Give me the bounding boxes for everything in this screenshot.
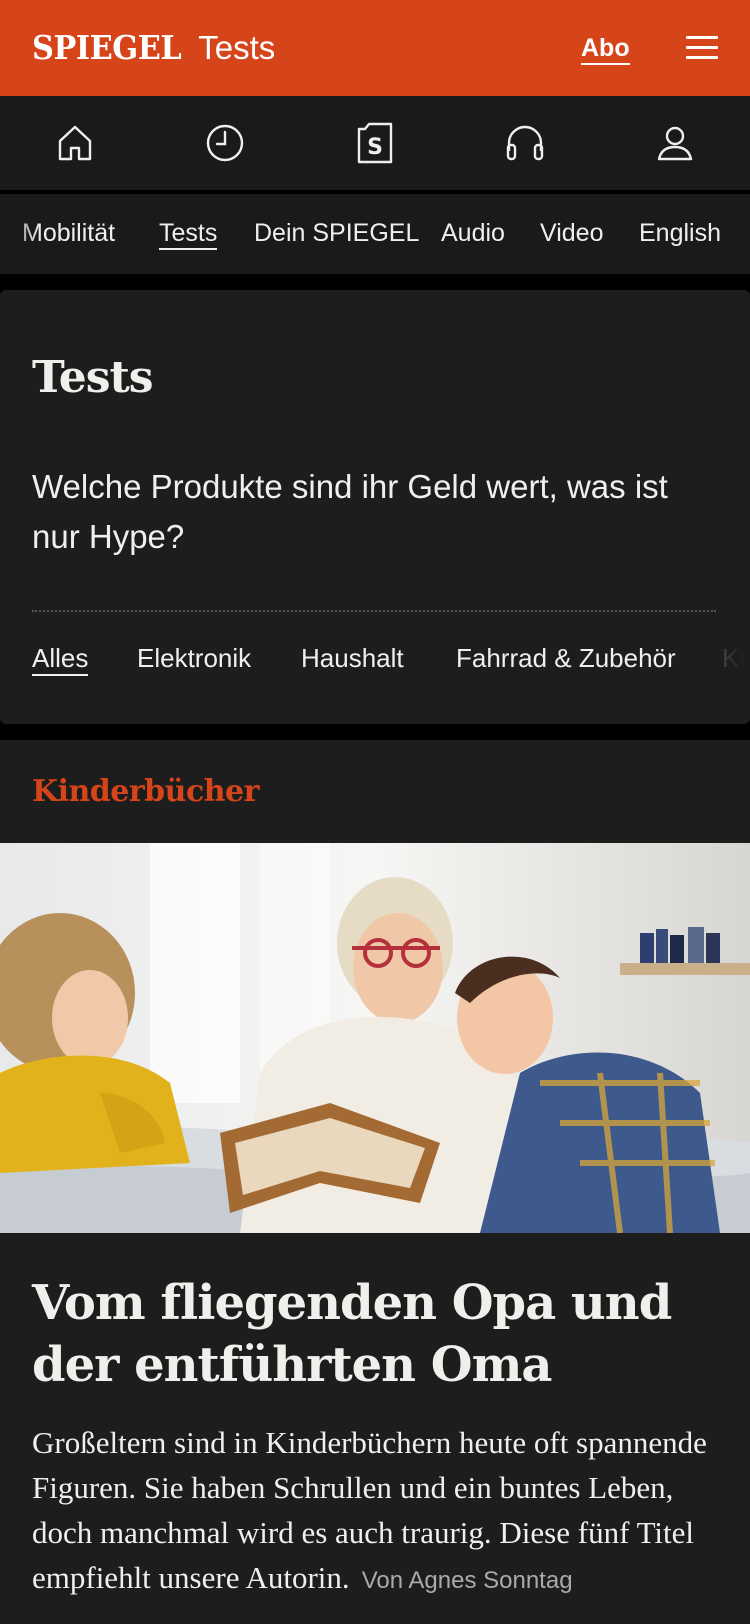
article-teaser-text: Großeltern sind in Kinderbüchern heute o… <box>32 1420 722 1603</box>
account-icon[interactable] <box>652 120 698 166</box>
scroll-fade <box>690 638 750 688</box>
filter-alles[interactable]: Alles <box>32 642 89 676</box>
scroll-fade <box>0 194 40 274</box>
filter-haushalt[interactable]: Haushalt <box>301 642 404 674</box>
article-kicker: Kinderbücher <box>32 774 259 809</box>
article-headline[interactable]: Vom fliegenden Opa und der entführten Om… <box>32 1272 722 1396</box>
section-description: Welche Produkte sind ihr Geld wert, was … <box>32 468 668 555</box>
top-header: SPIEGEL Tests Abo <box>0 0 750 96</box>
section-name: Tests <box>198 29 276 66</box>
nav-item-audio[interactable]: Audio <box>441 218 505 248</box>
svg-text:S: S <box>367 135 383 160</box>
nav-item-video[interactable]: Video <box>540 218 604 248</box>
section-navigation: Mobilität Tests Dein SPIEGEL Audio Video… <box>0 194 750 274</box>
article-image[interactable] <box>0 843 750 1233</box>
article-byline: Von Agnes Sonntag <box>361 1567 573 1594</box>
hamburger-menu-icon[interactable] <box>686 34 718 60</box>
abo-link[interactable]: Abo <box>581 34 630 65</box>
brand-link[interactable]: SPIEGEL Tests <box>32 28 275 67</box>
home-icon[interactable] <box>52 120 98 166</box>
filter-elektronik[interactable]: Elektronik <box>137 642 251 674</box>
spiegel-plus-icon[interactable]: S <box>352 120 398 166</box>
category-filters: Alles Elektronik Haushalt Fahrrad & Zube… <box>0 638 750 688</box>
filter-fahrrad[interactable]: Fahrrad & Zubehör <box>456 642 676 674</box>
nav-item-english[interactable]: English <box>639 218 721 248</box>
article-teaser[interactable]: Kinderbücher Vom fliegenden Opa und der … <box>0 740 750 1624</box>
headphones-icon[interactable] <box>502 120 548 166</box>
page-title: Tests <box>32 352 154 403</box>
nav-item-dein-spiegel[interactable]: Dein SPIEGEL <box>254 218 419 248</box>
nav-item-tests[interactable]: Tests <box>159 218 218 250</box>
history-clock-icon[interactable] <box>202 120 248 166</box>
divider <box>32 610 716 612</box>
section-header: Tests Welche Produkte sind ihr Geld wert… <box>0 290 750 724</box>
spiegel-logo: SPIEGEL <box>32 28 182 67</box>
icon-navigation: S <box>0 96 750 192</box>
